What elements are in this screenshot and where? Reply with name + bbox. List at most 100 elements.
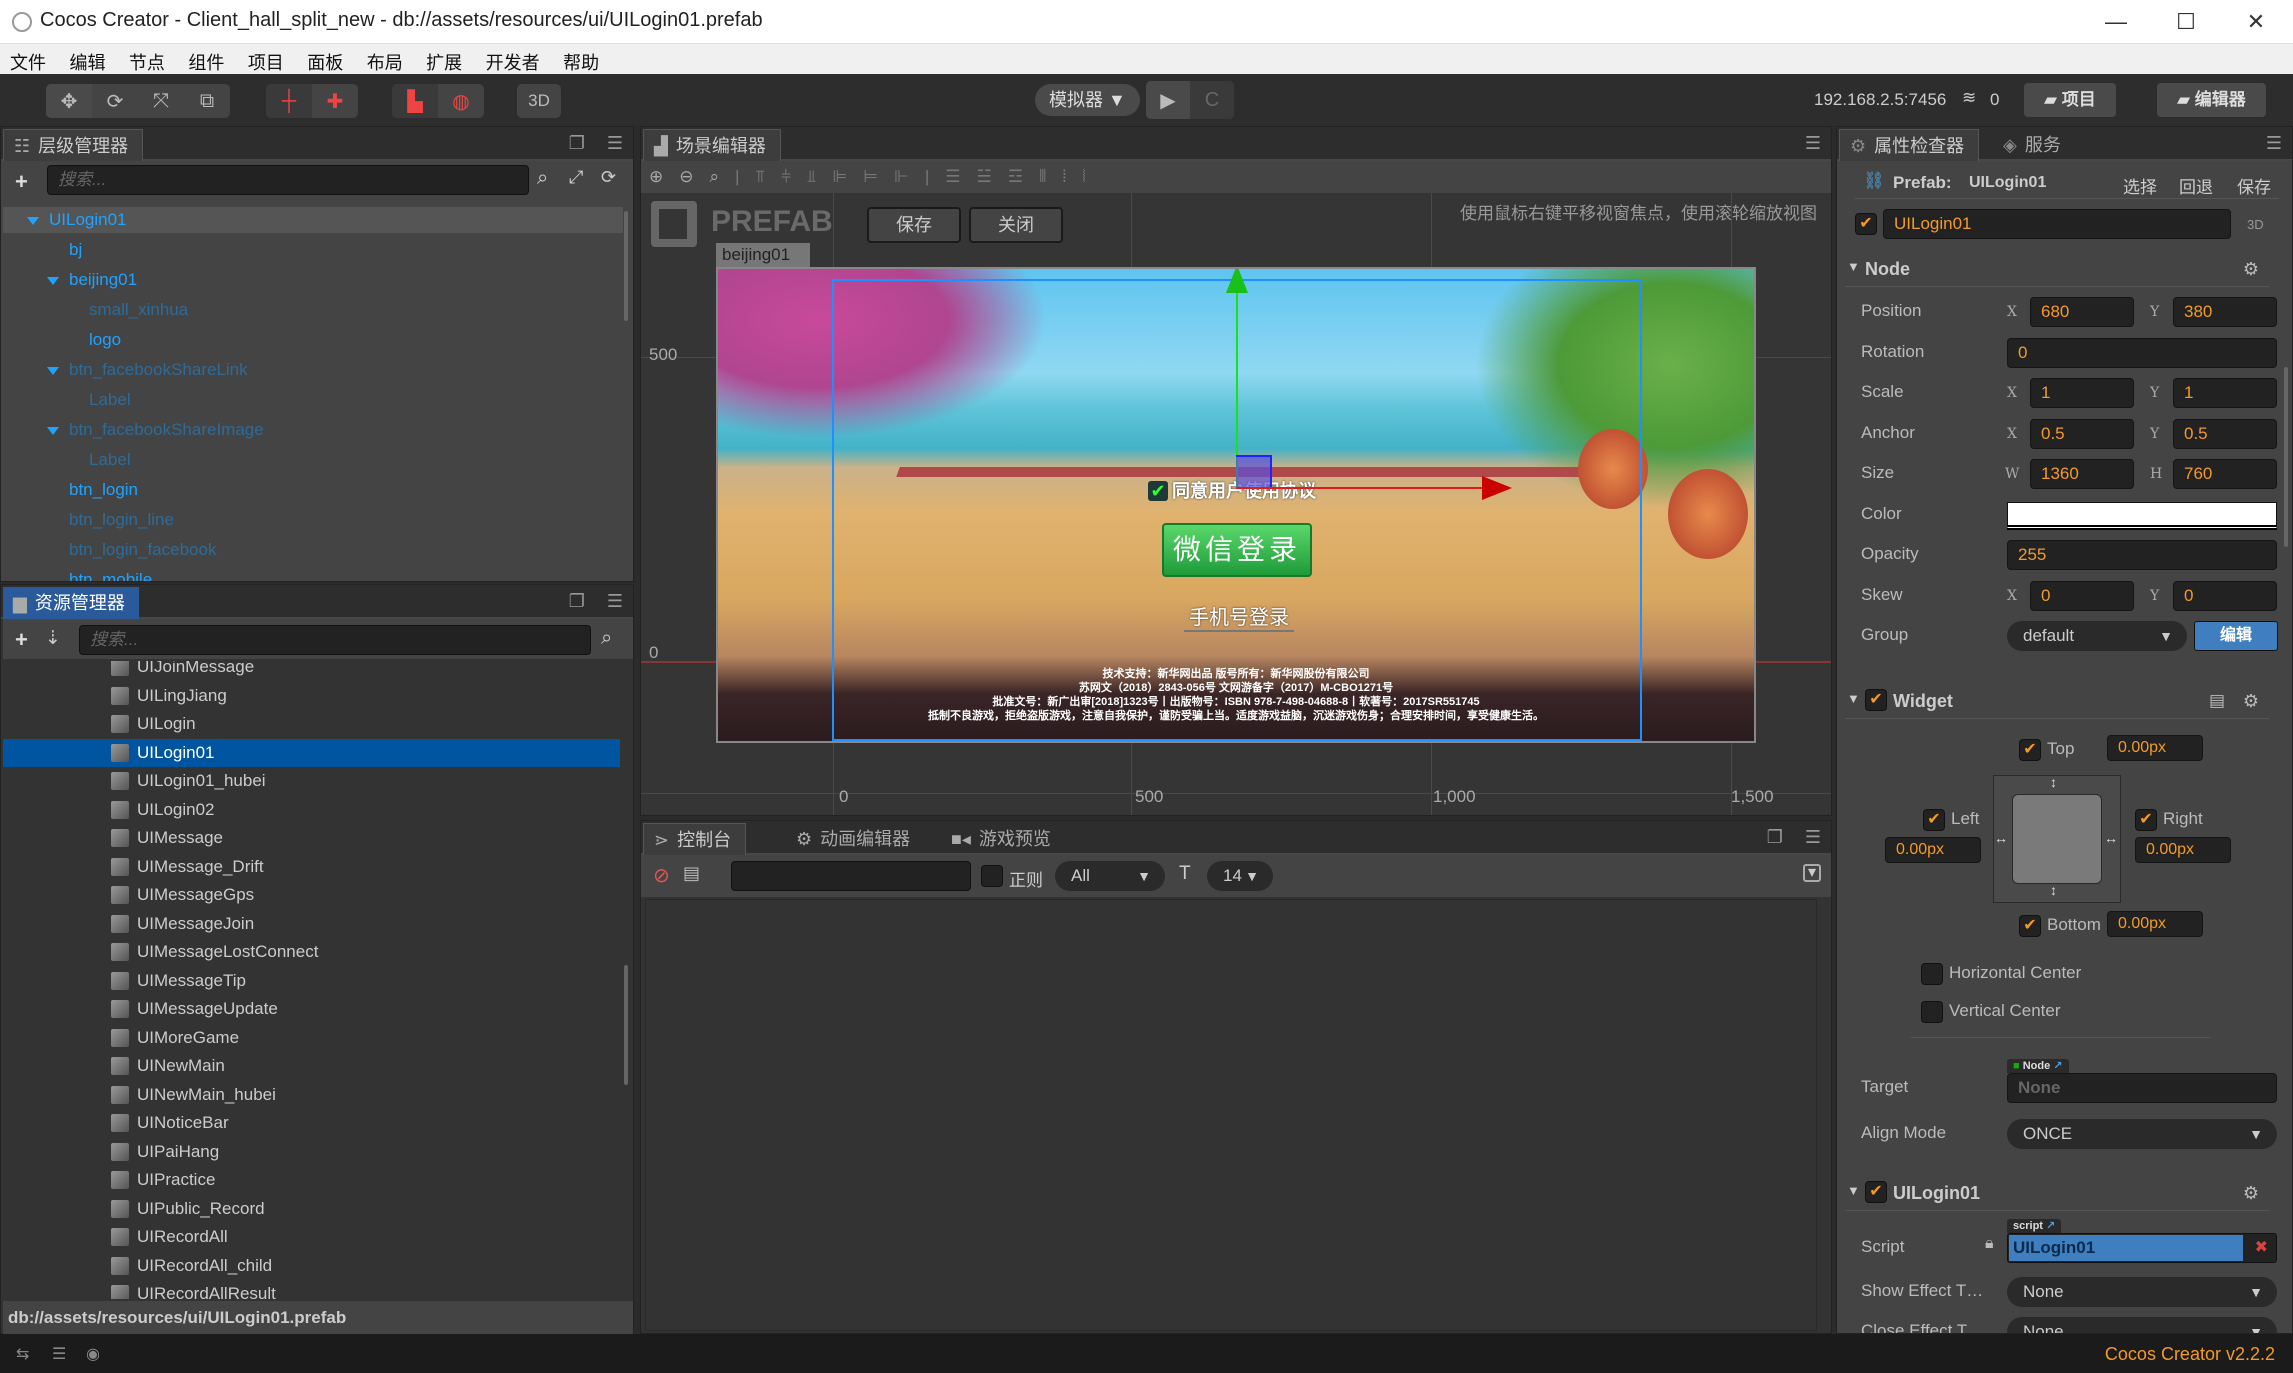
show-effect-select[interactable]: None ▼ [2007, 1277, 2277, 1307]
target-input[interactable]: None [2007, 1073, 2277, 1103]
expand-triangle-icon[interactable] [47, 276, 59, 285]
console-filter-input[interactable] [731, 861, 971, 891]
distribute-hcenter-icon[interactable]: ⦙ [1062, 167, 1066, 187]
menu-component[interactable]: 组件 [178, 44, 233, 75]
widget-left-checkbox[interactable]: ✔ [1923, 809, 1945, 831]
position-y-input[interactable]: 380 [2173, 297, 2277, 327]
simulator-select[interactable]: 模拟器 ▼ [1035, 84, 1140, 116]
asset-item[interactable]: UIMessage_Drift [3, 853, 620, 881]
tree-node[interactable]: btn_login_line [3, 507, 623, 533]
open-link-icon[interactable]: ↗ [2053, 1060, 2062, 1072]
menu-extension[interactable]: 扩展 [416, 44, 471, 75]
panel-menu-icon[interactable]: ☰ [1805, 827, 1821, 848]
scale-y-input[interactable]: 1 [2173, 378, 2277, 408]
scene-viewport[interactable]: 500 0 0 500 1,000 1,500 PREFAB 保存 关闭 使用鼠… [641, 193, 1831, 815]
node-section-header[interactable]: ▼ Node ⚙ [1845, 253, 2269, 287]
asset-item[interactable]: UIMessage [3, 824, 620, 852]
horizontal-center-checkbox[interactable] [1921, 963, 1943, 985]
asset-item[interactable]: UIMessageGps [3, 881, 620, 909]
tab-animation-editor[interactable]: ⚙ 动画编辑器 [786, 823, 924, 855]
local-coord-icon[interactable]: ▙ [392, 84, 438, 118]
mode-3d-label[interactable]: 3D [517, 84, 561, 118]
tab-hierarchy[interactable]: ☷ 层级管理器 [3, 129, 144, 161]
move-tool-icon[interactable]: ✥ [46, 84, 92, 118]
mode-3d-toggle[interactable]: 3D [517, 84, 561, 118]
refresh-icon[interactable]: ⟳ [601, 167, 616, 188]
tree-node[interactable]: Label [3, 387, 623, 413]
tree-node[interactable]: small_xinhua [3, 297, 623, 323]
search-icon[interactable]: ⌕ [601, 627, 612, 650]
font-size-select[interactable]: 14 ▼ [1207, 861, 1273, 891]
skew-x-input[interactable]: 0 [2030, 581, 2134, 611]
tab-services[interactable]: ◈ 服务 [1993, 129, 2075, 161]
pivot-local-icon[interactable]: ┼ [266, 84, 312, 118]
group-edit-button[interactable]: 编辑 [2194, 621, 2278, 651]
tree-node[interactable]: UILogin01 [3, 207, 623, 233]
hierarchy-search-input[interactable]: 搜索... [47, 165, 529, 195]
asset-item[interactable]: UIRecordAll [3, 1223, 620, 1251]
asset-item[interactable]: UILogin02 [3, 796, 620, 824]
vertical-center-checkbox[interactable] [1921, 1001, 1943, 1023]
asset-item[interactable]: UIMessageTip [3, 967, 620, 995]
anchor-y-input[interactable]: 0.5 [2173, 419, 2277, 449]
gizmo-y-arrow-icon[interactable] [1226, 269, 1248, 293]
align-mode-select[interactable]: ONCE ▼ [2007, 1119, 2277, 1149]
tree-node[interactable]: btn_login [3, 477, 623, 503]
asset-item[interactable]: UINoticeBar [3, 1109, 620, 1137]
asset-item[interactable]: UIMessageUpdate [3, 995, 620, 1023]
asset-item[interactable]: UIJoinMessage [3, 661, 620, 681]
gizmo-x-arrow-icon[interactable] [1482, 476, 1512, 500]
global-coord-icon[interactable]: ◍ [438, 84, 484, 118]
prefab-apply-button[interactable]: 保存 [2237, 173, 2271, 198]
script-field[interactable]: UILogin01 ✖ [2007, 1233, 2277, 1263]
asset-item[interactable]: UIMessageLostConnect [3, 938, 620, 966]
close-effect-select[interactable]: None ▼ [2007, 1317, 2277, 1333]
asset-item[interactable]: UINewMain [3, 1052, 620, 1080]
node-3d-toggle[interactable]: 3D [2247, 217, 2264, 232]
distribute-right-icon[interactable]: ⦚ [1082, 167, 1086, 187]
sort-icon[interactable]: ⇣ [45, 627, 61, 650]
menu-file[interactable]: 文件 [0, 44, 55, 75]
tree-node[interactable]: btn_facebookShareLink [3, 357, 623, 383]
rotation-input[interactable]: 0 [2007, 338, 2277, 368]
collapse-icon[interactable]: ▾ [1803, 864, 1821, 882]
menu-edit[interactable]: 编辑 [59, 44, 114, 75]
asset-item[interactable]: UIRecordAll_child [3, 1252, 620, 1280]
asset-item[interactable]: UIPractice [3, 1166, 620, 1194]
asset-item[interactable]: UILogin01 [3, 738, 620, 767]
open-link-icon[interactable]: ↗ [2046, 1220, 2055, 1232]
eye-icon[interactable]: ◉ [86, 1344, 100, 1364]
gear-icon[interactable]: ⚙ [2243, 691, 2259, 712]
asset-item[interactable]: UIPublic_Record [3, 1195, 620, 1223]
skew-y-input[interactable]: 0 [2173, 581, 2277, 611]
log-level-select[interactable]: All ▼ [1055, 861, 1165, 891]
scale-x-input[interactable]: 1 [2030, 378, 2134, 408]
align-hcenter-icon[interactable]: ⊨ [863, 167, 878, 187]
zoom-out-icon[interactable]: ⊖ [679, 167, 693, 187]
tree-node[interactable]: btn_mobile [3, 567, 623, 581]
pivot-center-icon[interactable]: ✚ [312, 84, 358, 118]
hierarchy-scrollbar[interactable] [624, 211, 628, 321]
distribute-left-icon[interactable]: ⦀ [1039, 167, 1046, 187]
rotate-tool-icon[interactable]: ⟳ [92, 84, 138, 118]
asset-item[interactable]: UIPaiHang [3, 1138, 620, 1166]
regex-checkbox[interactable] [981, 865, 1003, 887]
clear-console-icon[interactable]: ⊘ [653, 863, 670, 888]
prefab-close-button[interactable]: 关闭 [969, 207, 1063, 243]
tree-node[interactable]: btn_facebookShareImage [3, 417, 623, 443]
asset-item[interactable]: UILogin01_hubei [3, 767, 620, 795]
popout-icon[interactable]: ❐ [1767, 827, 1783, 848]
asset-item[interactable]: UIMessageJoin [3, 910, 620, 938]
open-project-button[interactable]: ▰ 项目 [2024, 83, 2116, 117]
expand-all-icon[interactable]: ⤢ [569, 167, 583, 188]
sync-icon[interactable]: ⇆ [16, 1344, 29, 1364]
tab-game-preview[interactable]: ■◂ 游戏预览 [941, 823, 1065, 855]
expand-triangle-icon[interactable] [47, 426, 59, 435]
widget-right-input[interactable]: 0.00px [2135, 837, 2231, 863]
expand-triangle-icon[interactable] [47, 366, 59, 375]
maximize-button[interactable]: ☐ [2156, 4, 2216, 40]
node-name-input[interactable]: UILogin01 [1883, 209, 2231, 239]
menu-developer[interactable]: 开发者 [476, 44, 549, 75]
script-enabled-checkbox[interactable]: ✔ [1865, 1181, 1887, 1203]
tree-node[interactable]: bj [3, 237, 623, 263]
